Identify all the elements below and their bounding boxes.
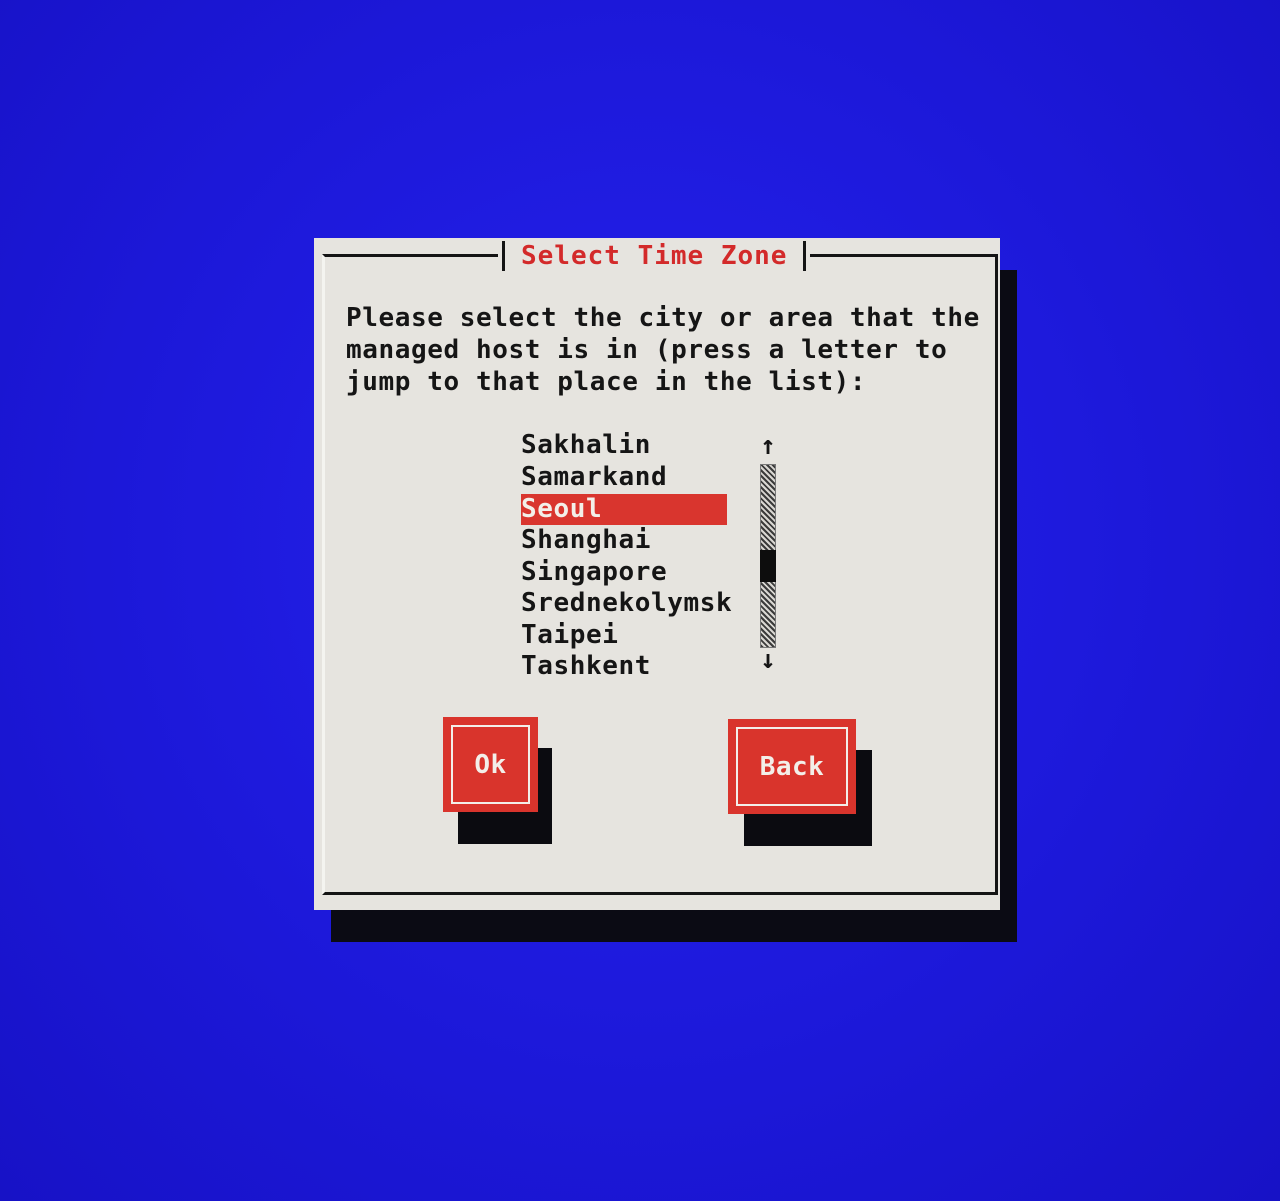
scrollbar-track[interactable] bbox=[760, 464, 776, 648]
back-button-label: Back bbox=[736, 727, 848, 806]
list-item-sakhalin[interactable]: Sakhalin bbox=[521, 430, 727, 461]
select-time-zone-dialog: Select Time Zone Please select the city … bbox=[314, 238, 1000, 910]
dialog-title: Select Time Zone bbox=[521, 241, 788, 271]
timezone-listbox[interactable]: Sakhalin Samarkand Seoul Shanghai Singap… bbox=[521, 430, 791, 684]
ok-button[interactable]: Ok bbox=[443, 717, 538, 812]
scroll-up-arrow-icon[interactable]: ↑ bbox=[760, 432, 776, 460]
dialog-title-wrap: Select Time Zone bbox=[498, 240, 811, 272]
ok-button-label: Ok bbox=[451, 725, 530, 804]
title-right-bar bbox=[803, 241, 807, 271]
scroll-down-arrow-icon[interactable]: ↓ bbox=[760, 646, 776, 674]
list-item-taipei[interactable]: Taipei bbox=[521, 620, 727, 651]
back-button[interactable]: Back bbox=[728, 719, 856, 814]
list-item-singapore[interactable]: Singapore bbox=[521, 557, 727, 588]
list-item-shanghai[interactable]: Shanghai bbox=[521, 525, 727, 556]
list-item-srednekolymsk[interactable]: Srednekolymsk bbox=[521, 588, 732, 619]
list-item-seoul[interactable]: Seoul bbox=[521, 494, 727, 525]
list-item-tashkent[interactable]: Tashkent bbox=[521, 651, 727, 682]
scrollbar-thumb[interactable] bbox=[760, 550, 776, 582]
list-item-samarkand[interactable]: Samarkand bbox=[521, 462, 727, 493]
dialog-prompt: Please select the city or area that the … bbox=[346, 303, 980, 397]
